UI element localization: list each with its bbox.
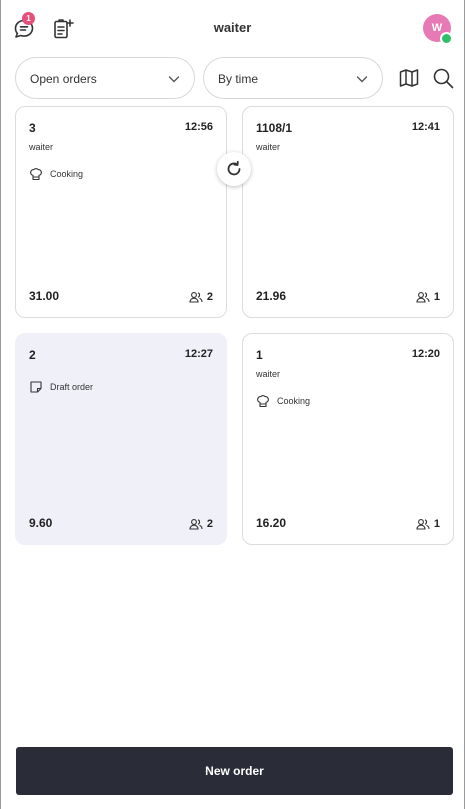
guests-count: 2 [206, 518, 213, 530]
chevron-down-icon [168, 76, 180, 83]
order-waiter: waiter [256, 369, 281, 379]
order-guests: 1 [416, 291, 440, 303]
order-status-label: Draft order [50, 382, 94, 392]
order-number: 1 [256, 348, 263, 362]
sort-select[interactable]: By time [203, 57, 383, 99]
order-number: 1108/1 [256, 121, 293, 135]
new-order-button[interactable]: New order [16, 747, 453, 795]
notification-badge: 1 [22, 12, 35, 25]
guests-icon [189, 519, 203, 530]
order-card[interactable]: 1 12:20 waiter Cooking 16.20 1 [242, 333, 454, 545]
order-status-label: Cooking [50, 169, 84, 179]
new-checklist-icon[interactable] [51, 17, 75, 41]
guests-count: 1 [433, 291, 440, 303]
top-bar: 1 waiter W [0, 0, 465, 56]
order-time: 12:41 [411, 121, 440, 133]
order-total: 21.96 [256, 289, 287, 303]
online-status-dot [440, 32, 453, 45]
order-total: 16.20 [256, 516, 287, 530]
refresh-button[interactable] [217, 152, 251, 186]
order-card[interactable]: 2 12:27 Draft order 9.60 2 [15, 333, 227, 545]
order-card[interactable]: 1108/1 12:41 waiter 21.96 1 [242, 106, 454, 318]
order-guests: 1 [416, 518, 440, 530]
search-icon[interactable] [432, 67, 454, 89]
note-icon [30, 381, 42, 393]
order-card[interactable]: 3 12:56 waiter Cooking 31.00 2 [15, 106, 227, 318]
guests-icon [416, 292, 430, 303]
order-time: 12:27 [184, 348, 213, 360]
chevron-down-icon [356, 76, 368, 83]
order-waiter: waiter [29, 142, 54, 152]
guests-icon [416, 519, 430, 530]
guests-icon [189, 292, 203, 303]
order-waiter: waiter [256, 142, 281, 152]
order-status: Draft order [29, 380, 93, 394]
map-icon[interactable] [398, 67, 420, 89]
order-time: 12:20 [411, 348, 440, 360]
order-status: Cooking [29, 167, 83, 181]
sort-value: By time [218, 72, 259, 86]
order-number: 3 [29, 121, 36, 135]
order-guests: 2 [189, 518, 213, 530]
order-filter-value: Open orders [30, 72, 97, 86]
order-number: 2 [29, 348, 36, 362]
chef-hat-icon [30, 167, 42, 181]
order-total: 9.60 [29, 516, 53, 530]
guests-count: 2 [206, 291, 213, 303]
order-status-label: Cooking [277, 396, 311, 406]
guests-count: 1 [433, 518, 440, 530]
chef-hat-icon [257, 394, 269, 408]
order-status: Cooking [256, 394, 310, 408]
order-filter-select[interactable]: Open orders [15, 57, 195, 99]
order-total: 31.00 [29, 289, 60, 303]
order-time: 12:56 [184, 121, 213, 133]
order-guests: 2 [189, 291, 213, 303]
refresh-icon [227, 160, 241, 176]
